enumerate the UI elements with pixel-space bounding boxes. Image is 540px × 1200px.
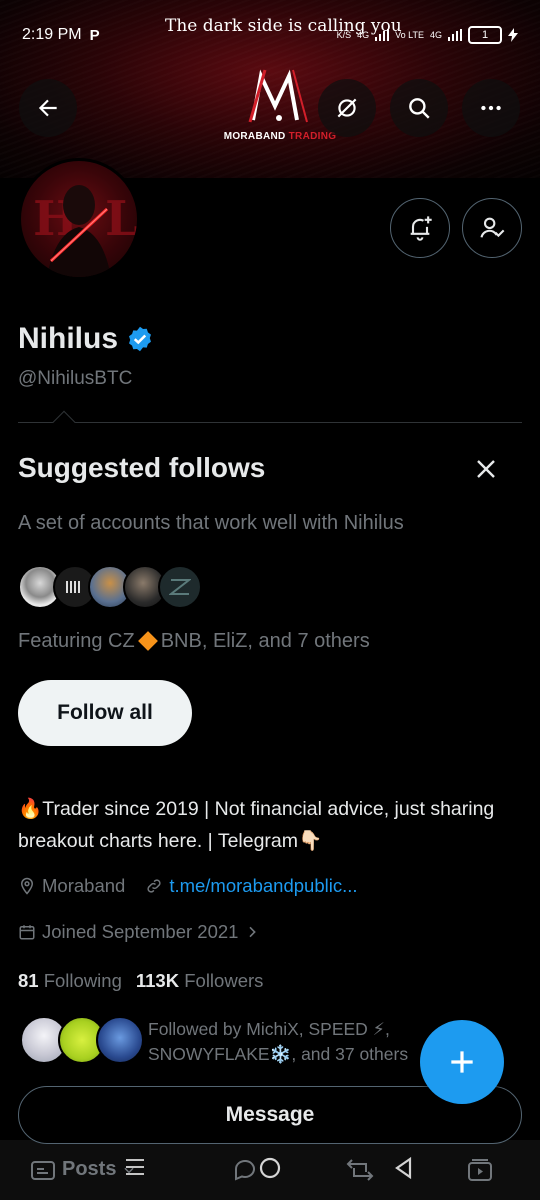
profile-link[interactable]: t.me/morabandpublic... (169, 875, 357, 897)
media-tab-icon[interactable] (466, 1158, 494, 1182)
replies-tab-icon[interactable] (232, 1157, 258, 1181)
more-button[interactable] (462, 79, 520, 137)
logo-main: MORABAND (223, 131, 286, 142)
link-icon (147, 879, 161, 893)
featuring-suffix: BNB, EliZ, and 7 others (160, 630, 370, 652)
featuring-prefix: Featuring CZ (18, 630, 135, 652)
back-button[interactable] (19, 79, 77, 137)
calendar-icon (19, 925, 35, 940)
suggestion-caret (52, 410, 76, 434)
profile-bio: 🔥Trader since 2019 | Not financial advic… (18, 798, 495, 852)
bottom-bar: Posts (0, 1140, 540, 1200)
person-check-icon (480, 217, 505, 238)
tab-posts[interactable]: Posts (30, 1158, 136, 1181)
location-pin-icon (20, 877, 34, 895)
divider (18, 422, 522, 423)
posts-tab-icon (31, 1160, 55, 1180)
followed-avatar-snowyflake (96, 1016, 144, 1064)
suggested-avatar-stack[interactable] (18, 565, 202, 609)
follow-all-button[interactable]: Follow all (18, 680, 192, 746)
eliz-logo-icon (66, 581, 80, 593)
svg-text:L: L (105, 191, 137, 247)
orange-diamond-icon (137, 631, 158, 652)
battery-level: 1 (481, 29, 489, 41)
following-count: 81 (18, 970, 39, 991)
chevron-right-icon (249, 926, 257, 938)
z-logo-icon (169, 579, 191, 595)
bell-plus-icon (410, 216, 432, 241)
plus-icon (451, 1051, 473, 1073)
joined-row[interactable]: Joined September 2021 (18, 921, 260, 943)
reposts-tab-icon[interactable] (346, 1158, 374, 1182)
joined-date: Joined September 2021 (42, 921, 239, 942)
followed-by-avatars[interactable] (20, 1016, 144, 1064)
followed-by-line-1: Followed by MichiX, SPEED ⚡, (148, 1019, 390, 1039)
profile-handle: @NihilusBTC (18, 368, 133, 389)
tab-posts-label: Posts (62, 1158, 117, 1180)
suggested-avatar-5 (158, 565, 202, 609)
verified-badge-icon[interactable] (126, 325, 154, 353)
signal-bars-icon-2 (448, 29, 462, 41)
logo-mark-icon (248, 69, 308, 123)
profile-location: Moraband (42, 875, 126, 896)
followed-by-text[interactable]: Followed by MichiX, SPEED ⚡, SNOWYFLAKE❄… (148, 1017, 428, 1067)
notification-p-icon: P (89, 26, 100, 44)
followers-count-link[interactable]: 113K Followers (136, 970, 264, 992)
following-label: Following (43, 970, 122, 991)
suggested-follows-subtitle: A set of accounts that work well with Ni… (18, 512, 404, 534)
nav-recents-icon[interactable] (124, 1156, 146, 1178)
notifications-subscribe-button[interactable] (390, 198, 450, 258)
grok-button[interactable] (318, 79, 376, 137)
profile-avatar[interactable]: H L (18, 158, 140, 280)
grok-icon (337, 98, 357, 118)
followed-by-line-2: SNOWYFLAKE❄️, and 37 others (148, 1044, 409, 1064)
profile-meta-row: Moraband t.me/morabandpublic... (18, 875, 358, 897)
profile-name: Nihilus (18, 322, 154, 356)
close-icon (477, 460, 495, 478)
charging-icon (508, 28, 518, 42)
profile-name-text: Nihilus (18, 322, 119, 355)
logo-accent: TRADING (288, 131, 337, 142)
nav-back-icon[interactable] (392, 1156, 416, 1180)
compose-post-button[interactable] (420, 1020, 504, 1104)
following-count-link[interactable]: 81 Following (18, 970, 122, 992)
featuring-text: Featuring CZ BNB, EliZ, and 7 others (18, 630, 370, 653)
search-icon (409, 98, 430, 119)
battery-icon: 1 (468, 26, 502, 44)
following-status-button[interactable] (462, 198, 522, 258)
back-arrow-icon (38, 99, 57, 117)
nav-home-icon[interactable] (258, 1156, 282, 1180)
followers-count: 113K (135, 970, 180, 991)
follow-counts: 81 Following 113K Followers (18, 970, 263, 992)
signal-4g-2: 4G (429, 30, 442, 40)
banner-caption: The dark side is calling you (165, 16, 402, 36)
avatar-art: H L (33, 185, 137, 277)
search-button[interactable] (390, 79, 448, 137)
close-suggestions-button[interactable] (472, 455, 500, 483)
suggested-follows-title: Suggested follows (18, 452, 266, 483)
followers-label: Followers (184, 970, 264, 991)
logo-text: MORABAND TRADING (218, 131, 342, 142)
more-icon (481, 105, 501, 111)
status-time: 2:19 PM (22, 26, 82, 43)
